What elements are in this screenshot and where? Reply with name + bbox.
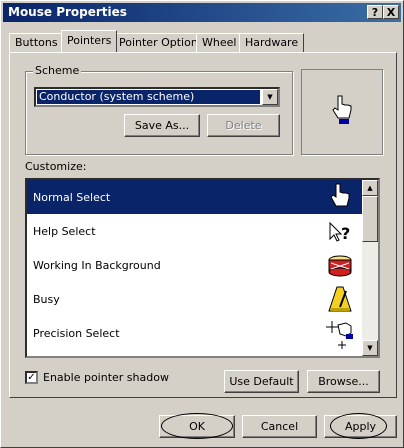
window-title: Mouse Properties (8, 5, 127, 19)
pointer-shadow-checkbox[interactable]: ✓ (25, 371, 38, 384)
list-item-working-in-background[interactable]: Working In Background (27, 248, 362, 282)
cursor-list[interactable]: Normal Select Help Select ? Working In B… (25, 178, 380, 358)
cursor-preview (301, 69, 383, 155)
drum-icon (328, 255, 352, 277)
title-bar[interactable]: Mouse Properties ? X (3, 3, 401, 22)
list-item-precision-select[interactable]: Precision Select (27, 316, 362, 350)
tab-hardware[interactable]: Hardware (239, 33, 305, 52)
hand-pointer-icon (330, 183, 350, 207)
delete-button[interactable]: Delete (207, 114, 280, 137)
apply-button[interactable]: Apply (324, 415, 397, 438)
list-item-normal-select[interactable]: Normal Select (27, 180, 362, 214)
metronome-icon (328, 286, 352, 312)
list-item-label: Precision Select (33, 327, 120, 340)
customize-label: Customize: (25, 160, 87, 173)
list-item-busy[interactable]: Busy (27, 282, 362, 316)
close-button[interactable]: X (383, 5, 399, 19)
mouse-properties-window: Mouse Properties ? X Buttons Pointers Po… (0, 0, 404, 448)
browse-button[interactable]: Browse... (307, 370, 380, 393)
tab-buttons[interactable]: Buttons (9, 33, 64, 52)
scroll-up-icon[interactable]: ▲ (362, 180, 378, 196)
use-default-button[interactable]: Use Default (224, 370, 299, 393)
list-item-help-select[interactable]: Help Select ? (27, 214, 362, 248)
list-item-label: Normal Select (33, 191, 111, 204)
list-item-label: Busy (33, 293, 60, 306)
precision-hand-icon (326, 321, 353, 349)
tab-pointers[interactable]: Pointers (61, 30, 118, 52)
list-scrollbar[interactable]: ▲ ▼ (362, 180, 378, 356)
scroll-down-icon[interactable]: ▼ (362, 340, 378, 356)
scheme-dropdown[interactable]: Conductor (system scheme) ▼ (34, 87, 280, 107)
scroll-thumb[interactable] (362, 196, 378, 242)
scheme-selected-value: Conductor (system scheme) (37, 90, 260, 104)
list-item-label: Working In Background (33, 259, 161, 272)
list-item-label: Help Select (33, 225, 96, 238)
svg-text:?: ? (341, 224, 350, 243)
ok-button[interactable]: OK (159, 415, 235, 438)
scheme-groupbox (25, 71, 293, 155)
help-select-icon: ? (329, 221, 350, 243)
tab-wheel[interactable]: Wheel (196, 33, 243, 52)
hand-pointer-icon (332, 95, 352, 124)
scheme-label: Scheme (33, 64, 82, 77)
help-button[interactable]: ? (367, 5, 383, 19)
pointer-shadow-label: Enable pointer shadow (43, 371, 169, 384)
cancel-button[interactable]: Cancel (242, 415, 317, 438)
save-as-button[interactable]: Save As... (124, 114, 200, 137)
dropdown-arrow-icon[interactable]: ▼ (262, 89, 278, 105)
